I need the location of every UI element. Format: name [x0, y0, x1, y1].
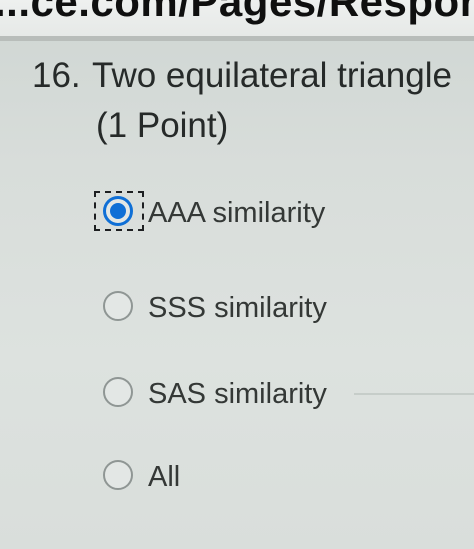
- question-points: (1 Point): [96, 106, 229, 145]
- browser-address-bar[interactable]: ...ce.com/Pages/Response: [0, 0, 474, 36]
- option-label: AAA similarity: [148, 196, 326, 229]
- option-sss-similarity[interactable]: SSS similarity: [94, 283, 327, 333]
- radio-area[interactable]: [94, 286, 148, 330]
- browser-viewport: ...ce.com/Pages/Response 16. Two equilate…: [0, 0, 474, 549]
- option-label: All: [148, 460, 181, 493]
- radio-focus-area[interactable]: [94, 191, 148, 235]
- toolbar-divider: [0, 36, 474, 41]
- question-text: Two equilateral triangle: [92, 56, 452, 95]
- radio-button-selected-icon[interactable]: [103, 196, 133, 226]
- background-line: [354, 393, 474, 395]
- option-aaa-similarity[interactable]: AAA similarity: [94, 188, 325, 238]
- option-sas-similarity[interactable]: SAS similarity: [94, 369, 327, 419]
- option-label: SAS similarity: [148, 377, 327, 410]
- radio-area[interactable]: [94, 455, 148, 499]
- option-label: SSS similarity: [148, 291, 327, 324]
- url-text: ...ce.com/Pages/Response: [0, 0, 474, 25]
- radio-area[interactable]: [94, 372, 148, 416]
- question-number: 16.: [32, 56, 81, 95]
- radio-button-icon[interactable]: [103, 291, 133, 321]
- radio-button-icon[interactable]: [103, 377, 133, 407]
- radio-button-icon[interactable]: [103, 460, 133, 490]
- question-block: 16. Two equilateral triangle (1 Point): [32, 52, 474, 145]
- option-all[interactable]: All: [94, 452, 180, 502]
